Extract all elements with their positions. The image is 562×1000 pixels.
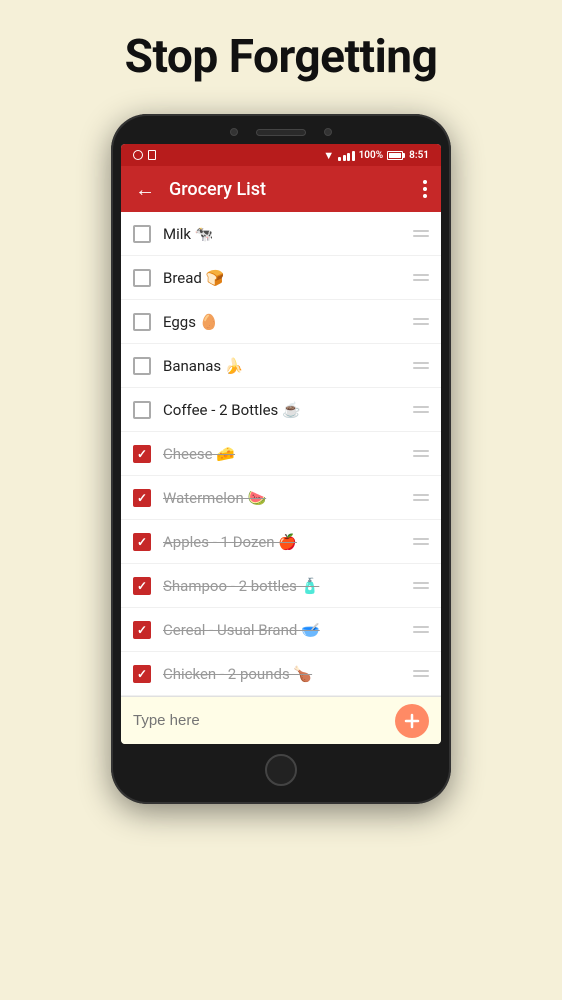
- drag-line: [413, 318, 429, 320]
- drag-line: [413, 582, 429, 584]
- item-text-8: Apples - 1 Dozen 🍎: [163, 533, 405, 551]
- speaker: [256, 129, 306, 136]
- drag-handle-8[interactable]: [413, 538, 429, 545]
- item-checkbox-6[interactable]: [133, 445, 151, 463]
- item-checkbox-4[interactable]: [133, 357, 151, 375]
- screen: ▼ 100% 8:51 ←: [121, 144, 441, 744]
- menu-dot-3: [423, 194, 427, 198]
- front-camera: [230, 128, 238, 136]
- list-item: Coffee - 2 Bottles ☕: [121, 388, 441, 432]
- drag-handle-9[interactable]: [413, 582, 429, 589]
- item-text-7: Watermelon 🍉: [163, 489, 405, 507]
- list-item: Eggs 🥚: [121, 300, 441, 344]
- item-checkbox-9[interactable]: [133, 577, 151, 595]
- drag-handle-4[interactable]: [413, 362, 429, 369]
- drag-handle-6[interactable]: [413, 450, 429, 457]
- list-item: Chicken - 2 pounds 🍗: [121, 652, 441, 696]
- drag-line: [413, 235, 429, 237]
- drag-line: [413, 494, 429, 496]
- item-checkbox-1[interactable]: [133, 225, 151, 243]
- drag-line: [413, 406, 429, 408]
- drag-line: [413, 670, 429, 672]
- drag-line: [413, 631, 429, 633]
- input-bar: [121, 696, 441, 744]
- list-item: Shampoo - 2 bottles 🧴: [121, 564, 441, 608]
- item-checkbox-8[interactable]: [133, 533, 151, 551]
- grocery-list: Milk 🐄 Bread 🍞 Eggs 🥚 Bananas 🍌 Coffee - 2 B…: [121, 212, 441, 696]
- battery-percent: 100%: [359, 150, 384, 161]
- item-text-9: Shampoo - 2 bottles 🧴: [163, 577, 405, 595]
- item-text-6: Cheese 🧀: [163, 445, 405, 463]
- menu-dot-1: [423, 180, 427, 184]
- battery-icon: [387, 151, 405, 160]
- list-item: Watermelon 🍉: [121, 476, 441, 520]
- drag-handle-1[interactable]: [413, 230, 429, 237]
- app-bar-title: Grocery List: [169, 179, 409, 200]
- drag-line: [413, 626, 429, 628]
- list-item: Apples - 1 Dozen 🍎: [121, 520, 441, 564]
- menu-dot-2: [423, 187, 427, 191]
- item-checkbox-3[interactable]: [133, 313, 151, 331]
- drag-line: [413, 230, 429, 232]
- back-button[interactable]: ←: [135, 177, 155, 202]
- status-left-icons: [133, 150, 156, 160]
- signal-bars-icon: [338, 149, 355, 161]
- wifi-icon: ▼: [323, 149, 334, 162]
- drag-line: [413, 367, 429, 369]
- drag-line: [413, 543, 429, 545]
- item-text-10: Cereal - Usual Brand 🥣: [163, 621, 405, 639]
- list-item: Bread 🍞: [121, 256, 441, 300]
- drag-line: [413, 499, 429, 501]
- drag-handle-10[interactable]: [413, 626, 429, 633]
- drag-line: [413, 411, 429, 413]
- overflow-menu-button[interactable]: [423, 180, 427, 198]
- clock: 8:51: [409, 150, 429, 161]
- list-item: Cereal - Usual Brand 🥣: [121, 608, 441, 652]
- status-right-icons: ▼ 100% 8:51: [323, 149, 429, 162]
- item-text-2: Bread 🍞: [163, 269, 405, 287]
- drag-handle-3[interactable]: [413, 318, 429, 325]
- item-checkbox-10[interactable]: [133, 621, 151, 639]
- drag-line: [413, 279, 429, 281]
- add-item-button[interactable]: [395, 704, 429, 738]
- list-item: Bananas 🍌: [121, 344, 441, 388]
- item-checkbox-11[interactable]: [133, 665, 151, 683]
- drag-line: [413, 323, 429, 325]
- item-checkbox-2[interactable]: [133, 269, 151, 287]
- item-text-1: Milk 🐄: [163, 225, 405, 243]
- list-item: Milk 🐄: [121, 212, 441, 256]
- drag-line: [413, 362, 429, 364]
- drag-handle-5[interactable]: [413, 406, 429, 413]
- drag-handle-11[interactable]: [413, 670, 429, 677]
- phone-bottom-bar: [121, 754, 441, 786]
- drag-handle-7[interactable]: [413, 494, 429, 501]
- item-text-3: Eggs 🥚: [163, 313, 405, 331]
- phone-shell: ▼ 100% 8:51 ←: [111, 114, 451, 804]
- notification-icon: [133, 150, 143, 160]
- home-button[interactable]: [265, 754, 297, 786]
- drag-handle-2[interactable]: [413, 274, 429, 281]
- drag-line: [413, 274, 429, 276]
- drag-line: [413, 675, 429, 677]
- drag-line: [413, 538, 429, 540]
- drag-line: [413, 450, 429, 452]
- type-here-input[interactable]: [133, 712, 395, 729]
- sensor: [324, 128, 332, 136]
- item-checkbox-7[interactable]: [133, 489, 151, 507]
- phone-top-bar: [121, 128, 441, 136]
- app-bar: ← Grocery List: [121, 166, 441, 212]
- item-text-11: Chicken - 2 pounds 🍗: [163, 665, 405, 683]
- page-headline: Stop Forgetting: [125, 30, 438, 84]
- add-icon: [403, 712, 421, 730]
- item-text-4: Bananas 🍌: [163, 357, 405, 375]
- item-text-5: Coffee - 2 Bottles ☕: [163, 401, 405, 419]
- sim-icon: [148, 150, 156, 160]
- drag-line: [413, 455, 429, 457]
- drag-line: [413, 587, 429, 589]
- status-bar: ▼ 100% 8:51: [121, 144, 441, 166]
- item-checkbox-5[interactable]: [133, 401, 151, 419]
- list-item: Cheese 🧀: [121, 432, 441, 476]
